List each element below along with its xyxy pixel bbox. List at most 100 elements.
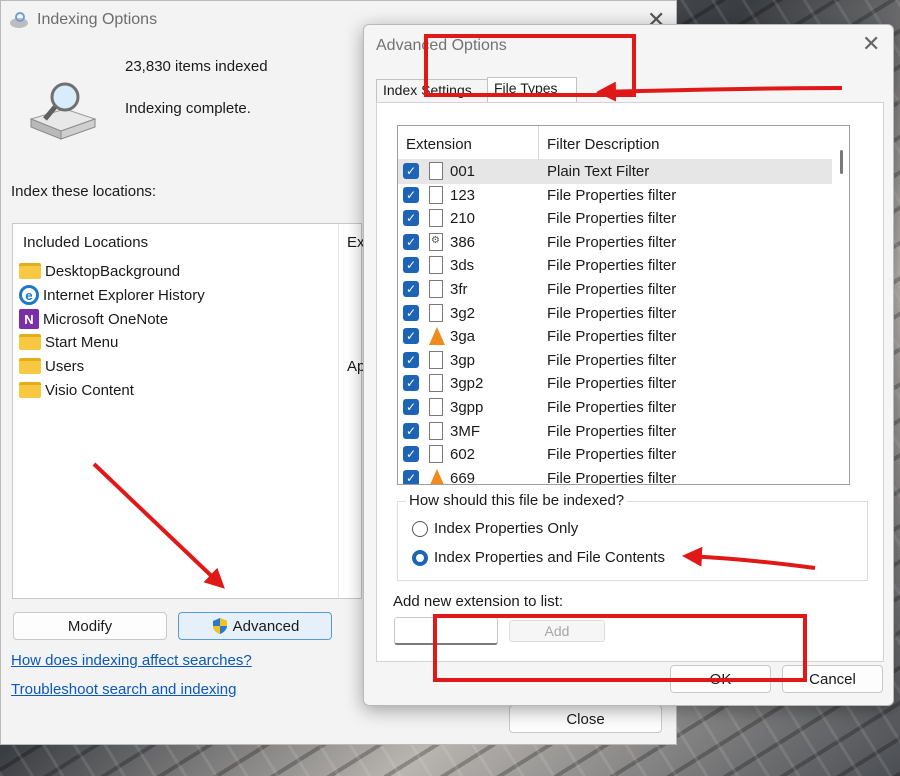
location-item[interactable]: DesktopBackground [19, 260, 180, 282]
location-item[interactable]: N Microsoft OneNote [19, 308, 168, 330]
row-filter-description: File Properties filter [547, 351, 677, 369]
locations-list[interactable]: Included Locations Ex DesktopBackground … [12, 223, 365, 599]
folder-icon [19, 334, 41, 350]
location-item[interactable]: Users [19, 355, 84, 377]
row-extension: 386 [450, 233, 476, 251]
advanced-options-dialog: Advanced Options ✕ Index Settings File T… [363, 24, 894, 706]
indexing-affect-link[interactable]: How does indexing affect searches? [11, 652, 252, 669]
table-row[interactable]: ✓ 3gp File Properties filter [398, 349, 834, 373]
close-button[interactable]: Close [509, 705, 662, 733]
row-checkbox[interactable]: ✓ [403, 186, 419, 203]
row-filter-description: File Properties filter [547, 304, 677, 322]
row-checkbox[interactable]: ✓ [403, 233, 419, 250]
row-filter-description: Plain Text Filter [547, 163, 650, 180]
file-icon [429, 256, 443, 275]
row-filter-description: File Properties filter [547, 186, 677, 204]
row-extension: 123 [450, 186, 476, 204]
table-header: Extension Filter Description [398, 126, 849, 160]
row-checkbox[interactable]: ✓ [403, 163, 419, 179]
folder-icon [19, 382, 41, 398]
column-divider [538, 126, 539, 160]
row-extension: 3g2 [450, 304, 476, 322]
file-types-panel: Extension Filter Description ✓ 001 Plain T… [376, 102, 884, 662]
row-filter-description: File Properties filter [547, 469, 677, 485]
file-icon [429, 445, 443, 464]
row-checkbox[interactable]: ✓ [403, 422, 419, 439]
row-filter-description: File Properties filter [547, 399, 677, 416]
row-checkbox[interactable]: ✓ [403, 375, 419, 392]
table-row[interactable]: ✓ 3ga File Properties filter [398, 325, 834, 349]
row-checkbox[interactable]: ✓ [403, 281, 419, 297]
table-row[interactable]: ✓ 210 File Properties filter [398, 207, 834, 231]
table-row[interactable]: ✓ 3gp2 File Properties filter [398, 372, 834, 396]
table-row[interactable]: ✓ 3fr File Properties filter [398, 278, 834, 302]
table-row[interactable]: ✓ 3gpp File Properties filter [398, 396, 834, 420]
table-row[interactable]: ✓ 123 File Properties filter [398, 184, 834, 208]
row-filter-description: File Properties filter [547, 281, 677, 298]
radio-properties-and-contents-label[interactable]: Index Properties and File Contents [434, 549, 665, 566]
filter-column-header[interactable]: Filter Description [547, 136, 660, 153]
file-icon [429, 209, 443, 228]
annotation-box-file-types [424, 34, 636, 97]
radio-properties-and-contents[interactable] [412, 550, 428, 566]
close-icon[interactable]: ✕ [862, 31, 880, 57]
location-label: DesktopBackground [45, 262, 181, 280]
folder-icon [19, 358, 41, 374]
row-extension: 669 [450, 469, 476, 485]
row-checkbox[interactable]: ✓ [403, 328, 419, 345]
vlc-cone-icon [429, 468, 445, 484]
file-icon [429, 350, 443, 369]
index-method-legend: How should this file be indexed? [406, 492, 628, 509]
file-icon [429, 162, 443, 180]
location-label: Visio Content [45, 381, 134, 399]
table-row[interactable]: ✓ 3g2 File Properties filter [398, 302, 834, 326]
row-checkbox[interactable]: ✓ [403, 210, 419, 227]
row-checkbox[interactable]: ✓ [403, 351, 419, 368]
file-icon [429, 374, 443, 393]
row-filter-description: File Properties filter [547, 422, 677, 440]
row-checkbox[interactable]: ✓ [403, 257, 419, 274]
folder-icon [19, 263, 41, 279]
file-icon [429, 280, 443, 298]
row-checkbox[interactable]: ✓ [403, 304, 419, 321]
radio-properties-only[interactable] [412, 521, 428, 537]
troubleshoot-link[interactable]: Troubleshoot search and indexing [11, 681, 236, 698]
table-row[interactable]: ✓ 602 File Properties filter [398, 443, 834, 467]
vertical-scrollbar[interactable] [832, 126, 849, 484]
table-row[interactable]: ✓ 3MF File Properties filter [398, 420, 834, 444]
row-extension: 3MF [450, 422, 480, 440]
file-icon [429, 185, 443, 204]
row-extension: 3ga [450, 328, 476, 346]
table-row[interactable]: ✓ 386 File Properties filter [398, 231, 834, 255]
advanced-button[interactable]: Advanced [178, 612, 332, 640]
row-extension: 3gp [450, 351, 476, 369]
modify-label: Modify [67, 617, 113, 635]
uac-shield-icon [212, 618, 227, 634]
indexing-status: Indexing complete. [125, 100, 251, 117]
radio-properties-only-label[interactable]: Index Properties Only [434, 520, 578, 537]
indexing-options-icon [10, 12, 28, 28]
advanced-label: Advanced [232, 617, 300, 635]
scrollbar-thumb[interactable] [840, 150, 843, 174]
row-filter-description: File Properties filter [547, 233, 677, 251]
row-extension: 3ds [450, 257, 475, 275]
location-label: Internet Explorer History [43, 286, 205, 304]
items-indexed-count: 23,830 items indexed [125, 58, 268, 75]
row-checkbox[interactable]: ✓ [403, 399, 419, 415]
row-checkbox[interactable]: ✓ [403, 446, 419, 463]
file-settings-icon [429, 232, 443, 251]
row-extension: 3gpp [450, 399, 484, 416]
table-row[interactable]: ✓ 669 File Properties filter [398, 467, 834, 485]
location-item[interactable]: Start Menu [19, 331, 118, 353]
location-item[interactable]: Visio Content [19, 379, 134, 401]
location-item[interactable]: e Internet Explorer History [19, 284, 205, 306]
row-checkbox[interactable]: ✓ [403, 469, 419, 484]
close-label: Close [566, 710, 605, 728]
index-locations-label: Index these locations: [11, 183, 157, 200]
modify-button[interactable]: Modify [13, 612, 167, 640]
extension-column-header[interactable]: Extension [406, 136, 472, 153]
table-row[interactable]: ✓ 001 Plain Text Filter [398, 160, 834, 184]
table-row[interactable]: ✓ 3ds File Properties filter [398, 254, 834, 278]
file-types-table[interactable]: Extension Filter Description ✓ 001 Plain T… [397, 125, 850, 485]
row-filter-description: File Properties filter [547, 210, 677, 228]
